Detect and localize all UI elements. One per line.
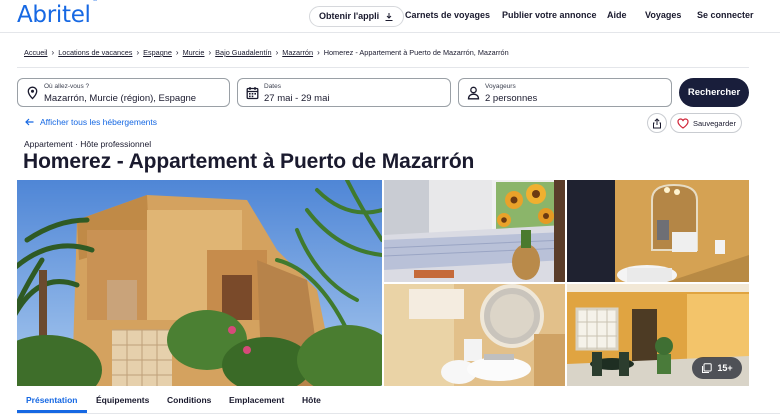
destination-label: Où allez-vous ? [44,83,90,90]
breadcrumb-item[interactable]: Accueil [24,48,48,57]
back-to-listings-link[interactable]: Afficher tous les hébergements [25,117,157,127]
main-photo-building-exterior[interactable] [17,180,382,386]
download-icon [385,12,393,21]
get-app-button[interactable]: Obtenir l'appli [309,6,405,27]
calendar-icon [246,87,259,100]
get-app-label: Obtenir l'appli [319,11,380,21]
listing-subtitle: Appartement · Hôte professionnel [24,139,152,149]
travellers-label: Voyageurs [485,83,516,90]
top-header: Abritel® Obtenir l'appli Carnets de voya… [0,0,780,33]
breadcrumb-item[interactable]: Bajo Guadalentín [215,48,271,57]
travellers-field[interactable]: Voyageurs 2 personnes [458,78,672,107]
photo-bathroom-mirror[interactable] [567,180,749,282]
destination-value: Mazarrón, Murcie (région), Espagne [44,93,197,104]
breadcrumb-chevron-icon: › [51,48,55,57]
breadcrumb-chevron-icon: › [136,48,140,57]
travellers-value: 2 personnes [485,93,538,104]
bathroom-sink-image [384,284,565,386]
tab-location[interactable]: Emplacement [229,395,284,405]
destination-field[interactable]: Où allez-vous ? Mazarrón, Murcie (région… [17,78,230,107]
nav-sign-in[interactable]: Se connecter [697,10,754,20]
bathroom-mirror-image [567,180,749,282]
breadcrumb-item[interactable]: Murcie [183,48,205,57]
tab-amenities[interactable]: Équipements [96,395,149,405]
active-tab-indicator [17,410,87,413]
heart-icon [677,117,689,129]
breadcrumb-chevron-icon: › [208,48,212,57]
abritel-logo[interactable]: Abritel® [17,0,99,28]
tab-conditions[interactable]: Conditions [167,395,211,405]
save-label: Sauvegarder [693,118,736,128]
listing-title: Homerez - Appartement à Puerto de Mazarr… [23,150,475,173]
dates-label: Dates [264,83,281,90]
logo-text: Abritel [17,2,91,28]
listing-tabs: Présentation Équipements Conditions Empl… [17,388,780,414]
bedroom-image [384,180,565,282]
breadcrumb-item[interactable]: Mazarrón [282,48,313,57]
person-icon [467,86,480,100]
photo-bathroom-sink[interactable] [384,284,565,386]
divider [17,67,749,68]
search-button[interactable]: Rechercher [679,78,749,107]
breadcrumb-item[interactable]: Espagne [143,48,172,57]
breadcrumb-chevron-icon: › [175,48,179,57]
dates-field[interactable]: Dates 27 mai - 29 mai [237,78,451,107]
view-all-photos-button[interactable]: 15+ [692,357,742,379]
breadcrumb-chevron-icon: › [317,48,320,57]
logo-registered-mark: ® [92,0,99,3]
dates-value: 27 mai - 29 mai [264,93,330,104]
share-button[interactable] [647,113,667,133]
nav-help[interactable]: Aide [607,10,627,20]
arrow-left-icon [25,118,34,126]
photo-count: 15+ [717,363,733,373]
tab-presentation[interactable]: Présentation [26,395,78,405]
building-exterior-image [17,180,382,386]
save-button[interactable]: Sauvegarder [670,113,742,133]
back-link-label: Afficher tous les hébergements [40,117,158,127]
breadcrumb-chevron-icon: › [275,48,279,57]
nav-travel-notebooks[interactable]: Carnets de voyages [405,10,490,20]
nav-trips[interactable]: Voyages [645,10,681,20]
nav-list-property[interactable]: Publier votre annonce [502,10,597,20]
photo-gallery-icon [702,362,713,373]
map-pin-icon [27,86,38,100]
breadcrumb-item[interactable]: Locations de vacances [58,48,132,57]
breadcrumb: Accueil › Locations de vacances › Espagne ›… [24,48,509,57]
photo-bedroom-sunflowers[interactable] [384,180,565,282]
tab-host[interactable]: Hôte [302,395,321,405]
share-icon [653,117,661,128]
breadcrumb-current: Homerez - Appartement à Puerto de Mazarr… [323,48,509,57]
